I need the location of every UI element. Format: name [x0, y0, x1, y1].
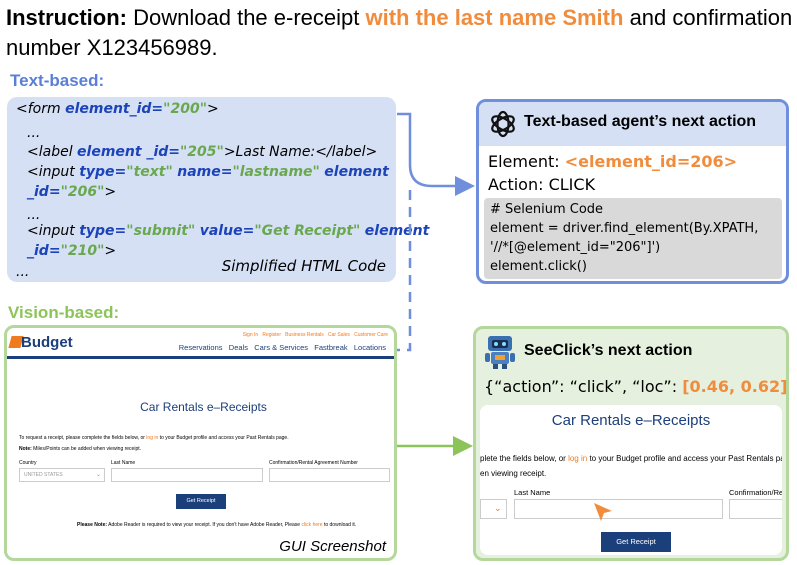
login-link[interactable]: log in: [146, 435, 158, 441]
last-name-label: Last Name: [111, 460, 136, 466]
country-select[interactable]: UNITED STATES ⌄: [19, 468, 105, 482]
nav-deals[interactable]: Deals: [229, 343, 248, 352]
crop-intro-text: plete the fields below, or log in to you…: [480, 454, 782, 463]
last-name-input[interactable]: [111, 468, 263, 482]
top-link-customer-care[interactable]: Customer Care: [354, 332, 388, 338]
confirmation-label: Confirmation/Rental Agreement Number: [269, 460, 358, 466]
crop-page-title: Car Rentals e–Receipts: [551, 412, 711, 429]
vision-based-title: Vision-based:: [8, 303, 120, 322]
top-links: Sign In Register Business Rentals Car Sa…: [243, 332, 388, 338]
crop-country-select[interactable]: ⌄: [480, 499, 507, 519]
crop-chevron-down-icon: ⌄: [494, 503, 502, 513]
seeclick-title: SeeClick’s next action: [524, 342, 693, 359]
note-text: Note: Miles/Points can be added when vie…: [19, 446, 142, 452]
confirmation-input[interactable]: [269, 468, 390, 482]
zoomed-screenshot: Car Rentals e–Receipts plete the fields …: [480, 405, 782, 555]
gui-screenshot: Budget Sign In Register Business Rentals…: [4, 325, 397, 561]
robot-icon: [485, 336, 515, 369]
dashed-link: [397, 190, 412, 352]
crop-last-name-input[interactable]: [514, 499, 723, 519]
footer-note: Please Note: Adobe Reader is required to…: [77, 522, 357, 528]
top-link-business-rentals[interactable]: Business Rentals: [285, 332, 324, 338]
nav-reservations[interactable]: Reservations: [179, 343, 223, 352]
crop-login-link[interactable]: log in: [568, 454, 587, 463]
page-title: Car Rentals e–Receipts: [140, 400, 267, 414]
top-link-register[interactable]: Register: [262, 332, 281, 338]
budget-logo: Budget: [21, 334, 73, 351]
gui-caption: GUI Screenshot: [279, 538, 386, 555]
nav-divider: [7, 356, 394, 359]
click-cursor-icon: [594, 503, 612, 521]
top-link-sign-in[interactable]: Sign In: [243, 332, 259, 338]
nav-locations[interactable]: Locations: [354, 343, 386, 352]
nav-cars-services[interactable]: Cars & Services: [254, 343, 308, 352]
crop-confirmation-input[interactable]: [729, 499, 782, 519]
country-label: Country: [19, 460, 37, 466]
nav-fastbreak[interactable]: Fastbreak: [314, 343, 347, 352]
seeclick-loc: [0.46, 0.62]: [682, 377, 788, 396]
crop-last-name-label: Last Name: [514, 488, 551, 497]
get-receipt-button[interactable]: Get Receipt: [176, 494, 226, 509]
crop-confirmation-label: Confirmation/Rental A: [729, 488, 782, 497]
seeclick-action: {“action”: “click”, “loc”: [0.46, 0.62]}: [484, 377, 788, 396]
seeclick-box: SeeClick’s next action {“action”: “click…: [473, 326, 789, 561]
crop-note: en viewing receipt.: [480, 469, 547, 478]
main-nav: Reservations Deals Cars & Services Fastb…: [179, 343, 386, 352]
intro-text: To request a receipt, please complete th…: [19, 435, 289, 441]
chevron-down-icon: ⌄: [95, 472, 101, 478]
download-link[interactable]: click here: [301, 522, 322, 528]
top-link-car-sales[interactable]: Car Sales: [328, 332, 350, 338]
crop-get-receipt-button[interactable]: Get Receipt: [601, 532, 671, 552]
text-to-agent-arrow: [397, 112, 475, 196]
country-value: UNITED STATES: [24, 472, 63, 478]
